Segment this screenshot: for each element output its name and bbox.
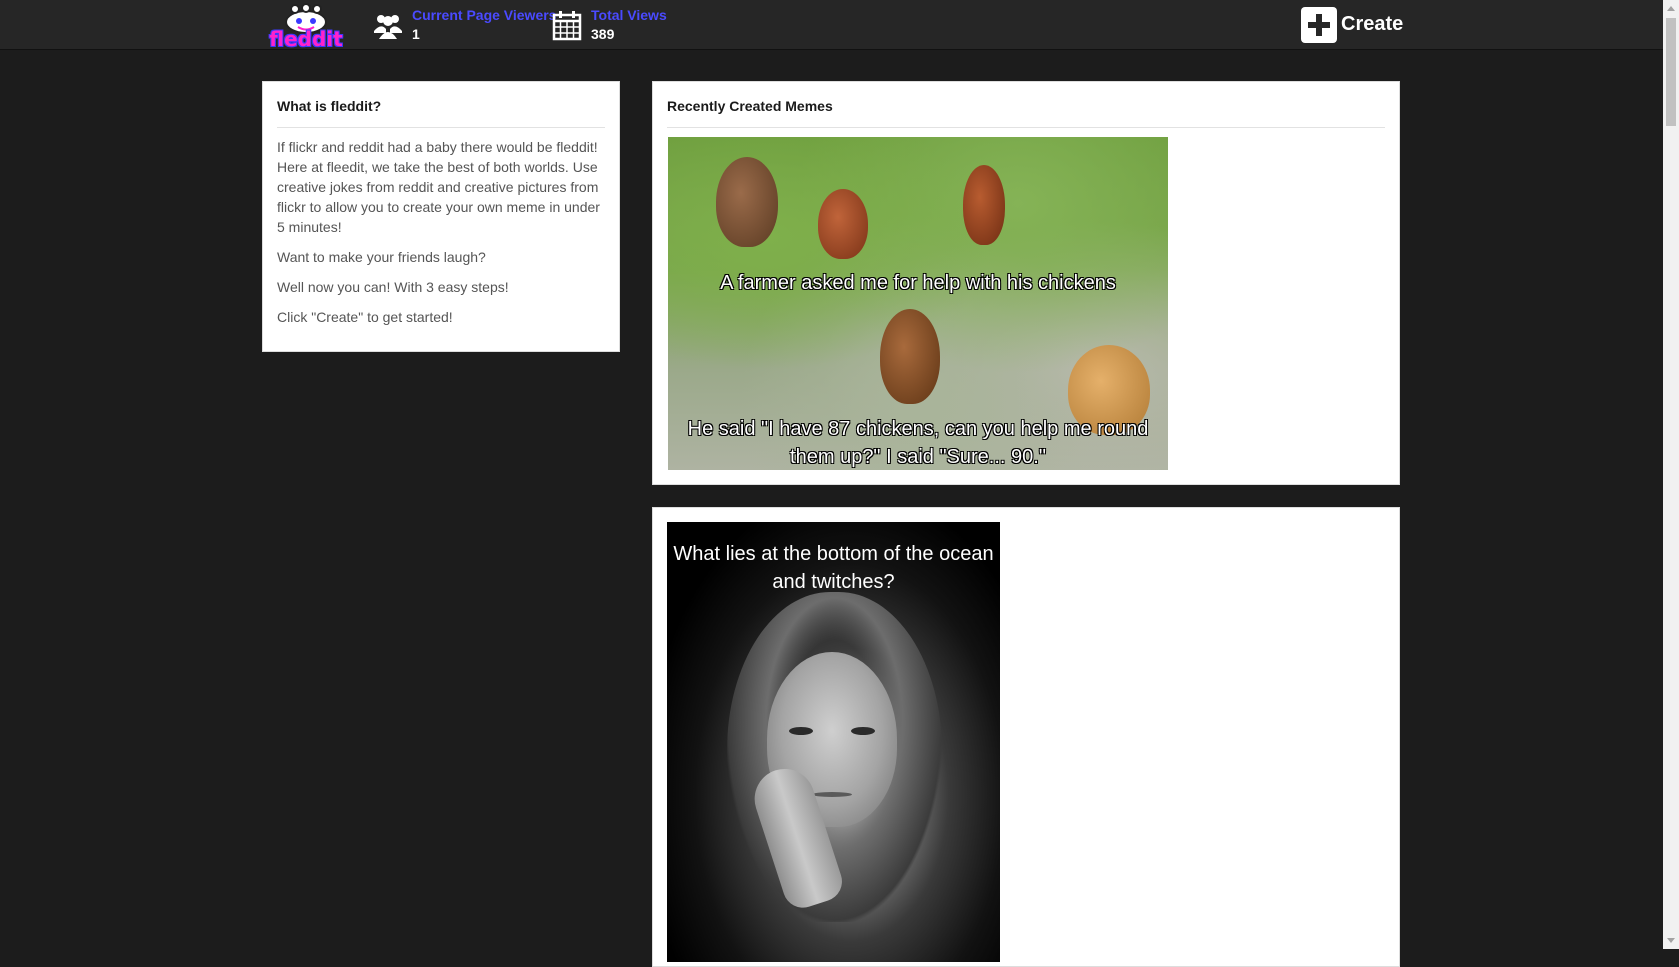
meme-card: What lies at the bottom of the ocean and… (652, 507, 1400, 967)
top-navbar: fleddit Current Page Viewers 1 Total Vie… (0, 0, 1663, 49)
fleddit-logo[interactable]: fleddit (260, 3, 352, 51)
current-viewers-label[interactable]: Current Page Viewers (412, 7, 556, 23)
portrait-eye-shape (851, 727, 875, 735)
about-body: If flickr and reddit had a baby there wo… (277, 137, 607, 337)
chicken-shape (716, 157, 778, 247)
about-paragraph: Well now you can! With 3 easy steps! (277, 279, 509, 295)
scroll-up-arrow-icon[interactable] (1667, 6, 1675, 11)
scrollbar-thumb[interactable] (1666, 18, 1676, 126)
about-panel: What is fleddit? If flickr and reddit ha… (262, 81, 620, 352)
chicken-shape (818, 189, 868, 259)
divider (277, 127, 605, 128)
total-views-stat: Total Views 389 (551, 6, 691, 44)
create-button-label: Create (1341, 13, 1404, 35)
meme-top-text: What lies at the bottom of the ocean and… (673, 543, 994, 593)
meme-image-portrait[interactable]: What lies at the bottom of the ocean and… (667, 522, 1000, 962)
about-title: What is fleddit? (277, 98, 382, 114)
create-button[interactable]: Create (1301, 7, 1405, 43)
total-views-label[interactable]: Total Views (591, 7, 667, 23)
total-views-value: 389 (591, 26, 615, 42)
recent-memes-title: Recently Created Memes (667, 98, 833, 114)
chicken-shape (880, 309, 940, 404)
page-scrollbar[interactable] (1663, 0, 1679, 949)
meme-bottom-text: He said "I have 87 chickens, can you hel… (687, 418, 1149, 468)
meme-top-text: A farmer asked me for help with his chic… (720, 272, 1116, 294)
about-paragraph: If flickr and reddit had a baby there wo… (277, 139, 600, 235)
scroll-down-arrow-icon[interactable] (1667, 938, 1675, 943)
meme-image-chickens[interactable]: A farmer asked me for help with his chic… (668, 137, 1168, 470)
logo-wordmark: fleddit (269, 27, 343, 51)
calendar-icon (552, 11, 582, 41)
recent-memes-panel: Recently Created Memes A farmer asked me… (652, 81, 1400, 485)
divider (667, 127, 1385, 128)
chicken-shape (963, 165, 1005, 245)
users-icon (374, 15, 402, 39)
plus-square-icon (1301, 7, 1337, 43)
current-viewers-value: 1 (412, 26, 420, 42)
about-paragraph: Want to make your friends laugh? (277, 249, 486, 265)
portrait-mouth-shape (812, 792, 852, 797)
portrait-eye-shape (789, 727, 813, 735)
current-viewers-stat: Current Page Viewers 1 (372, 6, 562, 44)
about-paragraph: Click "Create" to get started! (277, 309, 453, 325)
